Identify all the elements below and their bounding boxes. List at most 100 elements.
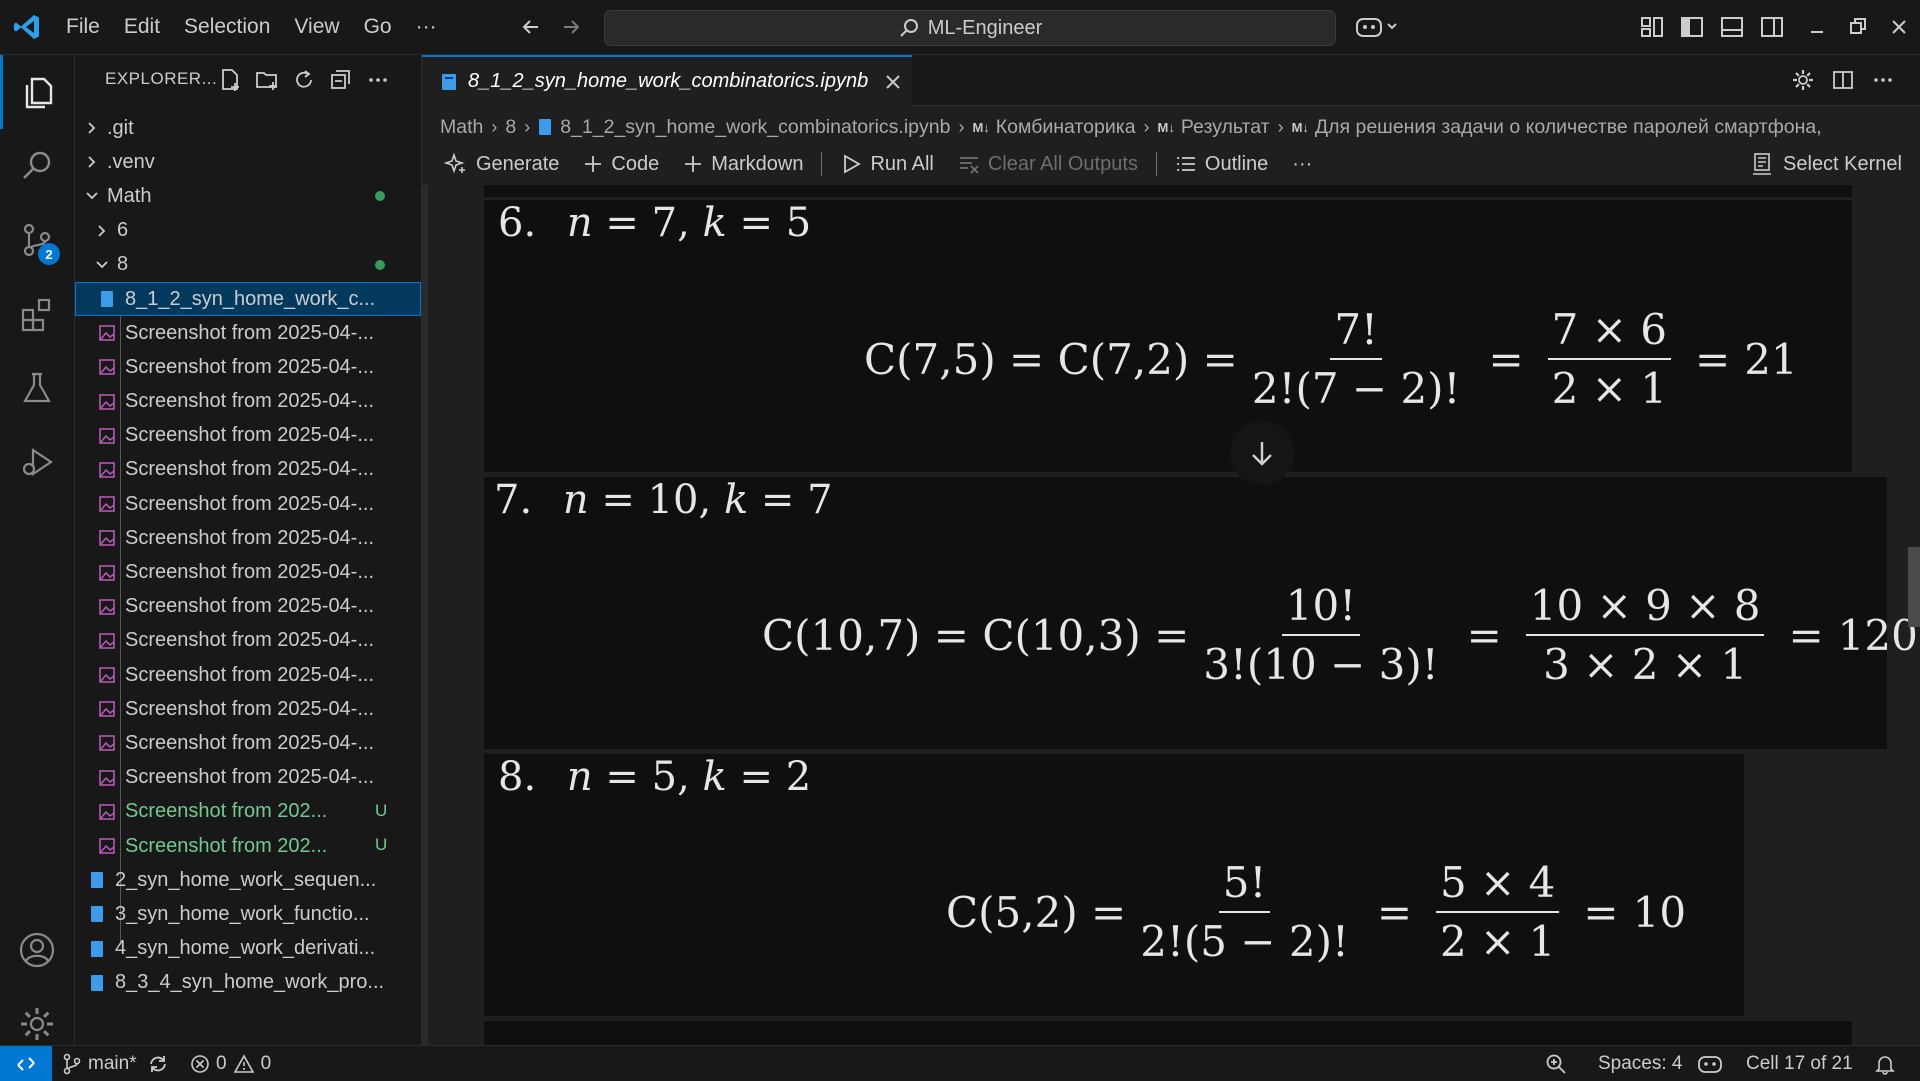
- breadcrumb-item-folder[interactable]: 8: [505, 116, 516, 139]
- activity-source-control[interactable]: 2: [0, 203, 74, 277]
- generate-button[interactable]: Generate: [432, 146, 571, 182]
- close-tab-icon[interactable]: [882, 71, 904, 93]
- editor-more-actions-icon[interactable]: [1870, 67, 1896, 93]
- markdown-cell[interactable]: 6. n = 7, k = 5 C(7,5) = C(7,2) = 7! 2!(…: [484, 200, 1852, 472]
- tree-file[interactable]: 3_syn_home_work_functio...: [75, 897, 421, 931]
- tree-file[interactable]: Screenshot from 2025-04-...: [75, 521, 421, 555]
- tree-item-label: 8_3_4_syn_home_work_pro...: [115, 971, 385, 994]
- tree-item-label: 6: [117, 219, 129, 242]
- breadcrumb-item-heading-3[interactable]: Для решения задачи о количестве паролей …: [1315, 116, 1822, 139]
- tree-file[interactable]: Screenshot from 2025-04-...: [75, 350, 421, 384]
- fraction-numerator: 10 × 9 × 8: [1525, 581, 1765, 636]
- menu-edit[interactable]: Edit: [112, 15, 172, 39]
- tree-file[interactable]: Screenshot from 202... U: [75, 795, 421, 829]
- menu-go[interactable]: Go: [352, 15, 404, 39]
- breadcrumb-item-heading-1[interactable]: Комбинаторика: [996, 116, 1136, 139]
- tree-folder[interactable]: 8: [75, 248, 421, 282]
- tree-file[interactable]: 8_3_4_syn_home_work_pro...: [75, 966, 421, 1000]
- cell-position-status[interactable]: Cell 17 of 21: [1746, 1046, 1853, 1081]
- notebook-cells-area[interactable]: 6. n = 7, k = 5 C(7,5) = C(7,2) = 7! 2!(…: [422, 185, 1920, 1045]
- tree-file[interactable]: Screenshot from 2025-04-...: [75, 726, 421, 760]
- activity-extensions[interactable]: [0, 277, 74, 351]
- breadcrumb-item-math[interactable]: Math: [440, 116, 483, 139]
- tree-folder[interactable]: 6: [75, 214, 421, 248]
- new-file-icon[interactable]: [217, 67, 243, 93]
- remote-icon: [17, 1056, 35, 1071]
- tree-folder[interactable]: .git: [75, 111, 421, 145]
- markdown-cell-partial-bottom[interactable]: [484, 1021, 1852, 1045]
- tree-file[interactable]: Screenshot from 2025-04-...: [75, 590, 421, 624]
- outline-button[interactable]: Outline: [1163, 146, 1280, 182]
- tree-file[interactable]: Screenshot from 2025-04-...: [75, 487, 421, 521]
- activity-accounts[interactable]: [0, 913, 74, 987]
- clear-all-outputs-button[interactable]: Clear All Outputs: [946, 146, 1150, 182]
- tree-file[interactable]: Screenshot from 2025-04-...: [75, 385, 421, 419]
- activity-explorer[interactable]: [0, 55, 74, 129]
- markdown-cell-partial-top[interactable]: [484, 185, 1852, 197]
- markdown-cell[interactable]: 8. n = 5, k = 2 C(5,2) = 5! 2!(5 − 2)! =…: [484, 754, 1744, 1016]
- toggle-panel-icon[interactable]: [1717, 12, 1747, 42]
- tree-file[interactable]: Screenshot from 2025-04-...: [75, 624, 421, 658]
- sync-button[interactable]: [146, 1046, 176, 1081]
- refresh-icon[interactable]: [291, 67, 317, 93]
- tree-file[interactable]: 4_syn_home_work_derivati...: [75, 932, 421, 966]
- copilot-icon[interactable]: [1354, 12, 1400, 42]
- minimize-icon[interactable]: [1802, 12, 1832, 42]
- tab-label: 8_1_2_syn_home_work_combinatorics.ipynb: [468, 70, 869, 92]
- breadcrumb-item-file[interactable]: 8_1_2_syn_home_work_combinatorics.ipynb: [560, 116, 950, 139]
- activity-run-debug[interactable]: [0, 425, 74, 499]
- tree-file[interactable]: Screenshot from 2025-04-...: [75, 453, 421, 487]
- close-window-icon[interactable]: [1884, 12, 1914, 42]
- add-markdown-cell-button[interactable]: Markdown: [671, 146, 815, 182]
- branch-status[interactable]: main*: [62, 1046, 137, 1081]
- tree-file[interactable]: Screenshot from 2025-04-...: [75, 316, 421, 350]
- toggle-primary-sidebar-icon[interactable]: [1677, 12, 1707, 42]
- command-center-search[interactable]: ML-Engineer: [604, 10, 1336, 46]
- tab-notebook[interactable]: 8_1_2_syn_home_work_combinatorics.ipynb: [422, 55, 912, 106]
- split-editor-icon[interactable]: [1830, 67, 1856, 93]
- menu-view[interactable]: View: [282, 15, 351, 39]
- tree-file[interactable]: 2_syn_home_work_sequen...: [75, 863, 421, 897]
- tree-file[interactable]: Screenshot from 2025-04-...: [75, 419, 421, 453]
- collapse-all-icon[interactable]: [328, 67, 354, 93]
- fraction-denominator: 3!(10 − 3)!: [1203, 640, 1439, 689]
- more-actions-icon[interactable]: [365, 67, 391, 93]
- activity-search[interactable]: [0, 129, 74, 203]
- select-kernel-button[interactable]: Select Kernel: [1751, 145, 1902, 183]
- copilot-status[interactable]: [1697, 1046, 1729, 1081]
- tree-file[interactable]: Screenshot from 202... U: [75, 829, 421, 863]
- tree-file[interactable]: Screenshot from 2025-04-...: [75, 658, 421, 692]
- markdown-cell[interactable]: 7. n = 10, k = 7 C(10,7) = C(10,3) = 10!…: [484, 477, 1918, 749]
- notifications-button[interactable]: [1874, 1046, 1902, 1081]
- zoom-button[interactable]: [1545, 1046, 1573, 1081]
- run-all-button[interactable]: Run All: [828, 146, 945, 182]
- toggle-secondary-sidebar-icon[interactable]: [1757, 12, 1787, 42]
- customize-layout-icon[interactable]: [1637, 12, 1667, 42]
- add-code-cell-button[interactable]: Code: [571, 146, 671, 182]
- tree-file[interactable]: Screenshot from 2025-04-...: [75, 555, 421, 589]
- breadcrumb-item-heading-2[interactable]: Результат: [1181, 116, 1270, 139]
- tree-folder[interactable]: .venv: [75, 145, 421, 179]
- tree-file[interactable]: Screenshot from 2025-04-...: [75, 692, 421, 726]
- problems-status[interactable]: 0 0: [190, 1046, 271, 1081]
- indentation-status[interactable]: Spaces: 4: [1598, 1046, 1683, 1081]
- restore-icon[interactable]: [1843, 12, 1873, 42]
- toolbar-more-button[interactable]: ···: [1280, 146, 1324, 182]
- new-folder-icon[interactable]: [254, 67, 280, 93]
- menu-file[interactable]: File: [54, 15, 112, 39]
- tree-file[interactable]: 8_1_2_syn_home_work_c...: [75, 281, 421, 317]
- activity-testing[interactable]: [0, 351, 74, 425]
- forward-arrow-icon[interactable]: [558, 14, 584, 40]
- menu-more[interactable]: ···: [404, 15, 449, 39]
- menu-selection[interactable]: Selection: [172, 15, 282, 39]
- markdown-label: Markdown: [711, 152, 804, 175]
- tree-file[interactable]: Screenshot from 2025-04-...: [75, 761, 421, 795]
- scrollbar-thumb[interactable]: [1908, 547, 1920, 627]
- back-arrow-icon[interactable]: [518, 14, 544, 40]
- scroll-down-button[interactable]: [1230, 421, 1294, 485]
- notebook-settings-gear-icon[interactable]: [1790, 67, 1816, 93]
- sync-icon: [150, 1055, 166, 1072]
- tree-folder[interactable]: Math: [75, 179, 421, 213]
- vscode-logo-icon[interactable]: [12, 12, 42, 42]
- remote-indicator-button[interactable]: [0, 1046, 52, 1081]
